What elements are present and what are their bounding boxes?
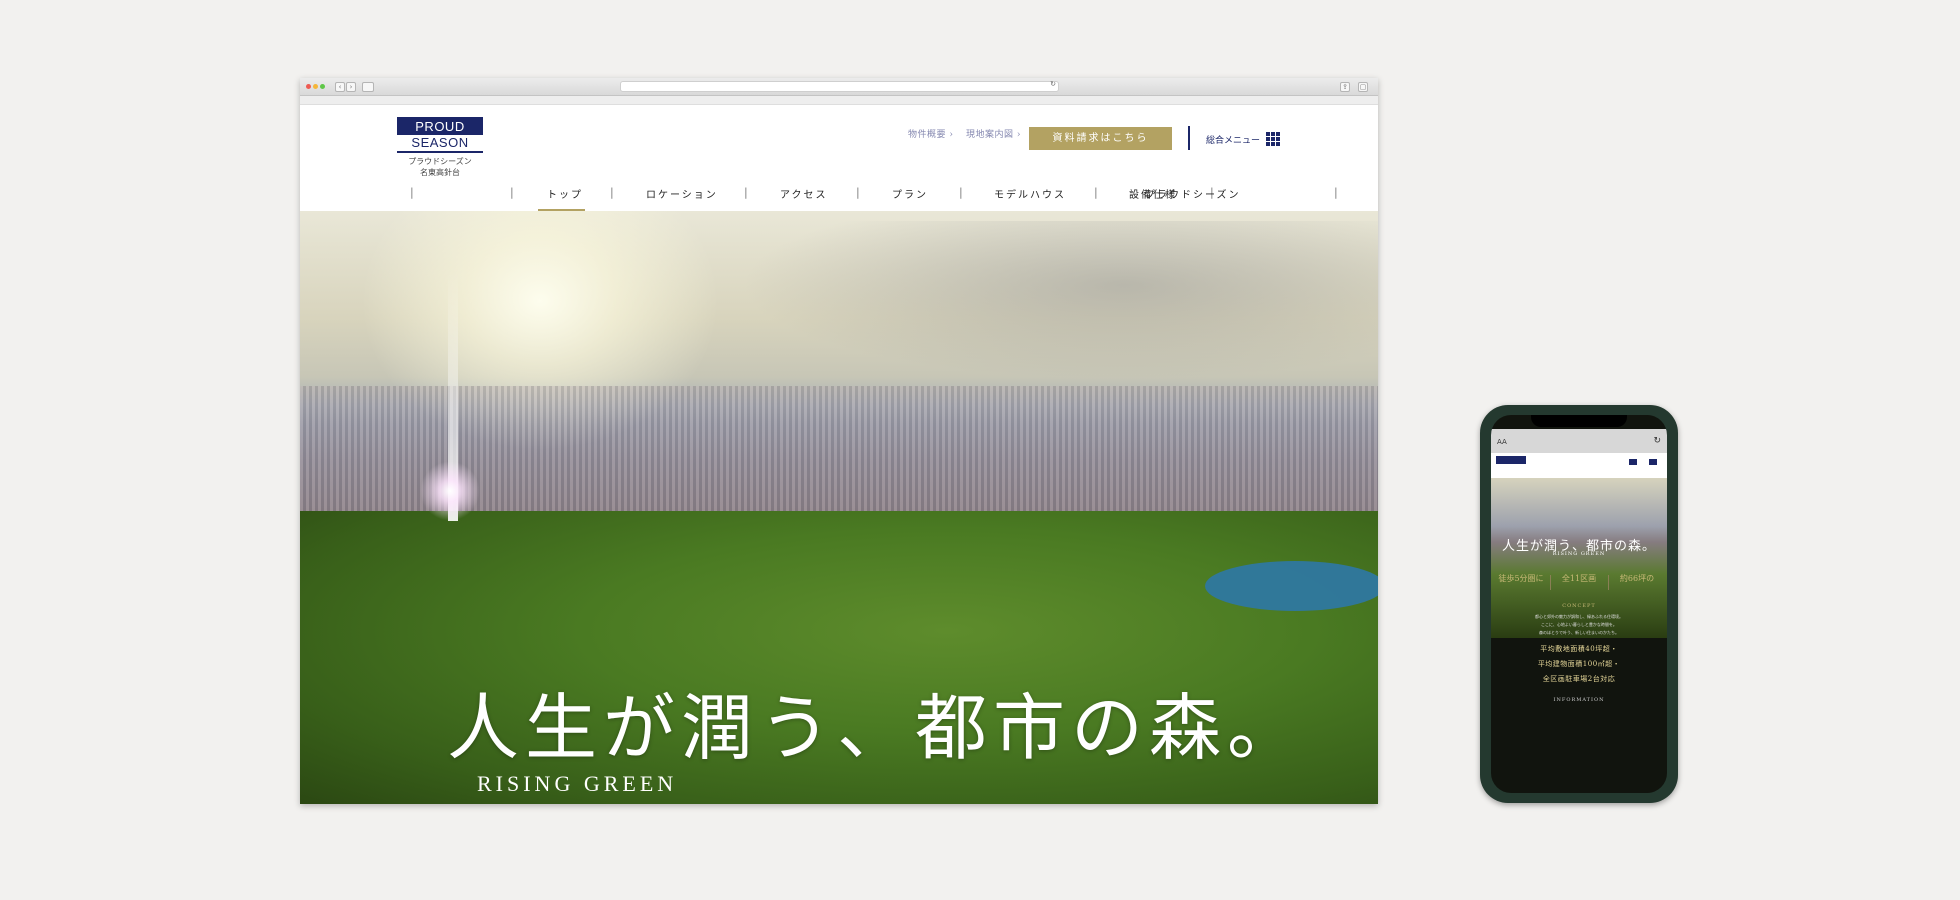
tabs-icon[interactable]: ▢ (1358, 82, 1368, 92)
hero-headline: 人生が潤う、都市の森。 (447, 686, 1306, 770)
global-nav: | トップ | | ロケーション | アクセス | プラン | モデルハウス |… (410, 183, 1260, 212)
phone-screen: AA ↻ 人生が潤う、都市の森。 RISING GREEN 徒歩5分圏に 全11… (1491, 415, 1667, 793)
util-link-overview[interactable]: 物件概要 › (908, 127, 953, 140)
minimize-dot-icon[interactable] (313, 84, 318, 89)
phone-concept-label: CONCEPT (1562, 603, 1596, 609)
stat-lots: 全11区画 (1561, 574, 1597, 583)
general-menu-label[interactable]: 総合メニュー (1206, 133, 1260, 146)
menu-grid-icon[interactable] (1266, 132, 1280, 146)
nav-item-access[interactable]: アクセス (780, 186, 828, 201)
phone-reload-icon[interactable]: ↻ (1653, 436, 1661, 446)
nav-item-modelhouse[interactable]: モデルハウス (994, 186, 1066, 201)
phone-concept-line1: 都心と郊外の魅力が調和し、緑あふれる住環境。 (1535, 614, 1623, 619)
phone-menu-icon[interactable] (1649, 459, 1657, 465)
site-logo[interactable]: PROUD SEASON プラウドシーズン 名東高針台 (397, 117, 483, 178)
site-header: PROUD SEASON プラウドシーズン 名東高針台 物件概要 › 現地案内図… (300, 105, 1378, 212)
phone-info-label: INFORMATION (1553, 697, 1605, 703)
phone-address-bar[interactable]: AA ↻ (1491, 429, 1667, 453)
phone-concept-line3: 森のほとりで叶う、新しい住まいのかたち。 (1539, 630, 1619, 635)
stat-area: 約66坪の (1619, 574, 1655, 583)
phone-device: AA ↻ 人生が潤う、都市の森。 RISING GREEN 徒歩5分圏に 全11… (1480, 405, 1678, 803)
text-size-button[interactable]: AA (1497, 438, 1507, 446)
tab-strip (300, 96, 1378, 105)
nav-item-top[interactable]: トップ (547, 186, 583, 201)
logo-mark: PROUD SEASON (397, 117, 483, 153)
phone-hero-subheadline: RISING GREEN (1552, 551, 1606, 557)
phone-concept-line2: ここに、心地よい暮らしと豊かな時間を。 (1541, 622, 1617, 627)
nav-separator: | (856, 186, 860, 199)
light-flare (420, 461, 480, 521)
desktop-browser-window: ‹ › ↻ ⇪ ▢ PROUD SEASON プラウドシーズン 名東高針台 物件… (300, 78, 1378, 804)
nav-separator-end: | (1334, 186, 1338, 199)
phone-site-header (1491, 453, 1667, 478)
header-divider (1188, 126, 1190, 150)
phone-stats: 徒歩5分圏に 全11区画 約66坪の (1491, 573, 1667, 595)
forward-icon[interactable]: › (346, 82, 356, 92)
maximize-dot-icon[interactable] (320, 84, 325, 89)
logo-jp-place: 名東高針台 (420, 168, 460, 177)
phone-grid-icon[interactable] (1629, 459, 1637, 465)
nav-separator: | (510, 186, 514, 199)
cloud-shadow (740, 221, 1378, 381)
hero-subheadline: RISING GREEN (477, 771, 678, 796)
lake (1205, 561, 1378, 611)
logo-jp-name: プラウドシーズン (408, 157, 472, 166)
nav-item-location[interactable]: ロケーション (646, 186, 718, 201)
back-icon[interactable]: ‹ (335, 82, 345, 92)
nav-item-plan[interactable]: プラン (892, 186, 928, 201)
sidebar-icon[interactable] (362, 82, 374, 92)
request-brochure-button[interactable]: 資料請求はこちら (1029, 127, 1172, 150)
nav-separator: | (1094, 186, 1098, 199)
phone-logo[interactable] (1496, 456, 1526, 464)
hero-image: 人生が潤う、都市の森。 RISING GREEN (300, 211, 1378, 804)
address-bar[interactable]: ↻ (620, 80, 1059, 92)
phone-feature-2: 平均建物面積100㎡超・ (1537, 660, 1621, 668)
nav-separator: | (610, 186, 614, 199)
logo-line1: PROUD (415, 119, 465, 134)
util-link-map[interactable]: 現地案内図 › (966, 127, 1021, 140)
nav-separator: | (410, 186, 414, 199)
phone-feature-3: 全区画駐車場2台対応 (1542, 675, 1616, 683)
phone-notch (1531, 415, 1627, 427)
logo-line2: SEASON (397, 135, 483, 151)
stat-walk: 徒歩5分圏に (1498, 574, 1544, 583)
browser-chrome: ‹ › ↻ ⇪ ▢ (300, 78, 1378, 96)
nav-separator: | (959, 186, 963, 199)
close-dot-icon[interactable] (306, 84, 311, 89)
share-icon[interactable]: ⇪ (1340, 82, 1350, 92)
phone-feature-1: 平均敷地面積40坪超・ (1540, 645, 1618, 653)
nav-item-proudseason[interactable]: プラウドシーズン (1145, 186, 1241, 201)
nav-separator: | (744, 186, 748, 199)
reload-icon[interactable]: ↻ (1050, 80, 1056, 88)
